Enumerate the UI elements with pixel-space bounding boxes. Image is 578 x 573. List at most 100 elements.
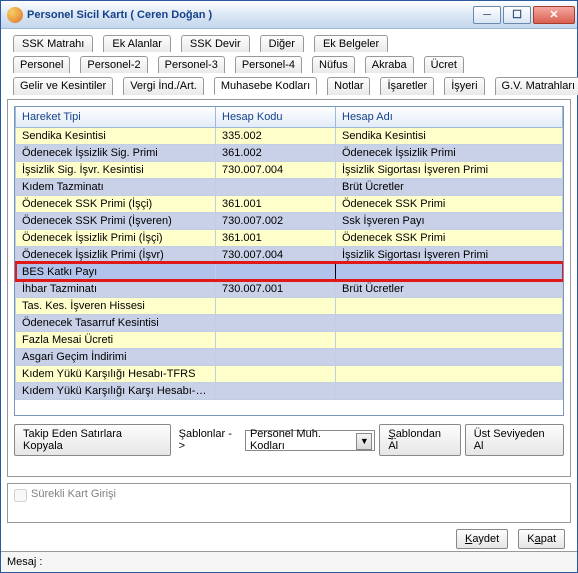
grid-cell[interactable] xyxy=(336,348,563,365)
grid-cell[interactable]: Brüt Ücretler xyxy=(336,280,563,297)
tab-ssk-matrah-[interactable]: SSK Matrahı xyxy=(13,35,93,52)
grid-cell[interactable]: 730.007.001 xyxy=(216,280,336,297)
tab-n-fus[interactable]: Nüfus xyxy=(312,56,355,73)
table-row[interactable]: Ödenecek SSK Primi (İşçi)361.001Ödenecek… xyxy=(16,195,563,212)
table-row[interactable]: Tas. Kes. İşveren Hissesi xyxy=(16,297,563,314)
grid-cell[interactable]: Brüt Ücretler xyxy=(336,178,563,195)
tab-ssk-devir[interactable]: SSK Devir xyxy=(181,35,250,52)
tab-vergi-i-nd-art-[interactable]: Vergi İnd./Art. xyxy=(123,77,204,95)
table-row[interactable]: Ödenecek İşsizlik Sig. Primi361.002Ödene… xyxy=(16,144,563,161)
close-form-button[interactable]: Kapat xyxy=(518,529,565,549)
table-row[interactable]: BES Katkı Payı xyxy=(16,263,563,280)
window-title: Personel Sicil Kartı ( Ceren Doğan ) xyxy=(27,9,473,21)
grid-cell[interactable]: Ödenecek SSK Primi xyxy=(336,195,563,212)
grid-cell[interactable]: Ödenecek İşsizlik Primi xyxy=(336,144,563,161)
tab-personel[interactable]: Personel xyxy=(13,56,70,73)
tab--cret[interactable]: Ücret xyxy=(424,56,464,73)
grid-cell[interactable]: 730.007.004 xyxy=(216,161,336,178)
table-row[interactable]: İşsizlik Sig. İşvr. Kesintisi730.007.004… xyxy=(16,161,563,178)
grid-cell[interactable]: 361.001 xyxy=(216,229,336,246)
grid-cell[interactable] xyxy=(336,297,563,314)
table-row[interactable]: Ödenecek Tasarruf Kesintisi xyxy=(16,314,563,331)
grid-cell[interactable]: Ödenecek SSK Primi (İşveren) xyxy=(16,212,216,229)
tab-personel-4[interactable]: Personel-4 xyxy=(235,56,302,73)
grid-cell[interactable]: İşsizlik Sigortası İşveren Primi xyxy=(336,246,563,263)
grid-cell[interactable] xyxy=(336,365,563,382)
tab-g-v-matrahlar-[interactable]: G.V. Matrahları xyxy=(495,77,578,95)
tab-gelir-ve-kesintiler[interactable]: Gelir ve Kesintiler xyxy=(13,77,113,95)
grid-cell[interactable]: 730.007.002 xyxy=(216,212,336,229)
grid-cell[interactable]: 361.001 xyxy=(216,195,336,212)
tab-personel-3[interactable]: Personel-3 xyxy=(158,56,225,73)
grid-cell[interactable]: Kıdem Yükü Karşılığı Hesabı-TFRS xyxy=(16,365,216,382)
grid-cell[interactable]: Tas. Kes. İşveren Hissesi xyxy=(16,297,216,314)
grid-cell[interactable]: Sendika Kesintisi xyxy=(336,127,563,144)
grid-cell[interactable]: Ödenecek İşsizlik Sig. Primi xyxy=(16,144,216,161)
grid-cell[interactable] xyxy=(336,382,563,399)
tabs: SSK Matrahı Ek Alanlar SSK Devir Diğer Ek Be… xyxy=(7,33,571,97)
tab-i-yeri[interactable]: İşyeri xyxy=(444,77,484,95)
table-row[interactable]: Kıdem Yükü Karşılığı Karşı Hesabı-TFRS xyxy=(16,382,563,399)
tab-i-aretler[interactable]: İşaretler xyxy=(380,77,434,95)
titlebar[interactable]: Personel Sicil Kartı ( Ceren Doğan ) ─ ☐… xyxy=(1,1,577,29)
grid-cell[interactable]: Sendika Kesintisi xyxy=(16,127,216,144)
grid-cell[interactable]: İşsizlik Sig. İşvr. Kesintisi xyxy=(16,161,216,178)
grid-cell[interactable]: 730.007.004 xyxy=(216,246,336,263)
grid-cell[interactable] xyxy=(216,365,336,382)
tab-personel-2[interactable]: Personel-2 xyxy=(80,56,147,73)
table-row[interactable]: Fazla Mesai Ücreti xyxy=(16,331,563,348)
grid-cell[interactable]: Ssk İşveren Payı xyxy=(336,212,563,229)
tab-ek-belgeler[interactable]: Ek Belgeler xyxy=(314,35,388,52)
table-row[interactable]: Ödenecek İşsizlik Primi (İşvr)730.007.00… xyxy=(16,246,563,263)
tab-akraba[interactable]: Akraba xyxy=(365,56,414,73)
column-header[interactable]: Hareket Tipi xyxy=(16,107,216,127)
grid-cell[interactable]: Kıdem Tazminatı xyxy=(16,178,216,195)
grid-cell[interactable] xyxy=(216,382,336,399)
grid-cell[interactable] xyxy=(336,331,563,348)
grid-cell[interactable]: Ödenecek İşsizlik Primi (İşvr) xyxy=(16,246,216,263)
template-select[interactable]: Personel Muh. Kodları xyxy=(245,430,375,451)
grid-cell[interactable] xyxy=(216,178,336,195)
column-header[interactable]: Hesap Kodu xyxy=(216,107,336,127)
get-from-parent-button[interactable]: Üst Seviyeden Al xyxy=(465,424,564,456)
grid-cell[interactable]: Fazla Mesai Ücreti xyxy=(16,331,216,348)
copy-following-rows-button[interactable]: Takip Eden Satırlara Kopyala xyxy=(14,424,171,456)
grid-cell[interactable] xyxy=(216,348,336,365)
grid-cell[interactable] xyxy=(216,263,336,280)
get-from-template-button[interactable]: Şablondan Al xyxy=(379,424,460,456)
grid-cell[interactable]: Ödenecek SSK Primi (İşçi) xyxy=(16,195,216,212)
maximize-button[interactable]: ☐ xyxy=(503,6,531,24)
grid-cell[interactable]: Ödenecek Tasarruf Kesintisi xyxy=(16,314,216,331)
grid-cell[interactable]: BES Katkı Payı xyxy=(16,263,216,280)
table-row[interactable]: İhbar Tazminatı730.007.001Brüt Ücretler xyxy=(16,280,563,297)
grid-cell[interactable] xyxy=(336,314,563,331)
column-header[interactable]: Hesap Adı xyxy=(336,107,563,127)
grid-cell[interactable]: Asgari Geçim İndirimi xyxy=(16,348,216,365)
grid-cell[interactable]: Kıdem Yükü Karşılığı Karşı Hesabı-TFRS xyxy=(16,382,216,399)
tab-di-er[interactable]: Diğer xyxy=(260,35,304,52)
grid-cell[interactable]: 361.002 xyxy=(216,144,336,161)
table-row[interactable]: Asgari Geçim İndirimi xyxy=(16,348,563,365)
app-icon xyxy=(7,7,23,23)
tab-ek-alanlar[interactable]: Ek Alanlar xyxy=(103,35,171,52)
minimize-button[interactable]: ─ xyxy=(473,6,501,24)
close-button[interactable]: ✕ xyxy=(533,6,575,24)
table-row[interactable]: Ödenecek SSK Primi (İşveren)730.007.002S… xyxy=(16,212,563,229)
grid-cell[interactable]: Ödenecek SSK Primi xyxy=(336,229,563,246)
table-row[interactable]: Kıdem Tazminatı Brüt Ücretler xyxy=(16,178,563,195)
tab-notlar[interactable]: Notlar xyxy=(327,77,370,95)
grid-cell[interactable] xyxy=(216,331,336,348)
table-row[interactable]: Sendika Kesintisi335.002Sendika Kesintis… xyxy=(16,127,563,144)
grid-cell[interactable] xyxy=(216,314,336,331)
table-row[interactable]: Kıdem Yükü Karşılığı Hesabı-TFRS xyxy=(16,365,563,382)
tab-muhasebe-kodlar-[interactable]: Muhasebe Kodları xyxy=(214,77,317,95)
grid-cell[interactable]: Ödenecek İşsizlik Primi (İşçi) xyxy=(16,229,216,246)
accounting-codes-grid[interactable]: Hareket TipiHesap KoduHesap Adı Sendika … xyxy=(14,106,564,416)
grid-cell[interactable]: İhbar Tazminatı xyxy=(16,280,216,297)
grid-cell[interactable]: 335.002 xyxy=(216,127,336,144)
grid-cell[interactable] xyxy=(336,263,563,280)
table-row[interactable]: Ödenecek İşsizlik Primi (İşçi)361.001Öde… xyxy=(16,229,563,246)
grid-cell[interactable] xyxy=(216,297,336,314)
save-button[interactable]: Kaydet xyxy=(456,529,508,549)
grid-cell[interactable]: İşsizlik Sigortası İşveren Primi xyxy=(336,161,563,178)
